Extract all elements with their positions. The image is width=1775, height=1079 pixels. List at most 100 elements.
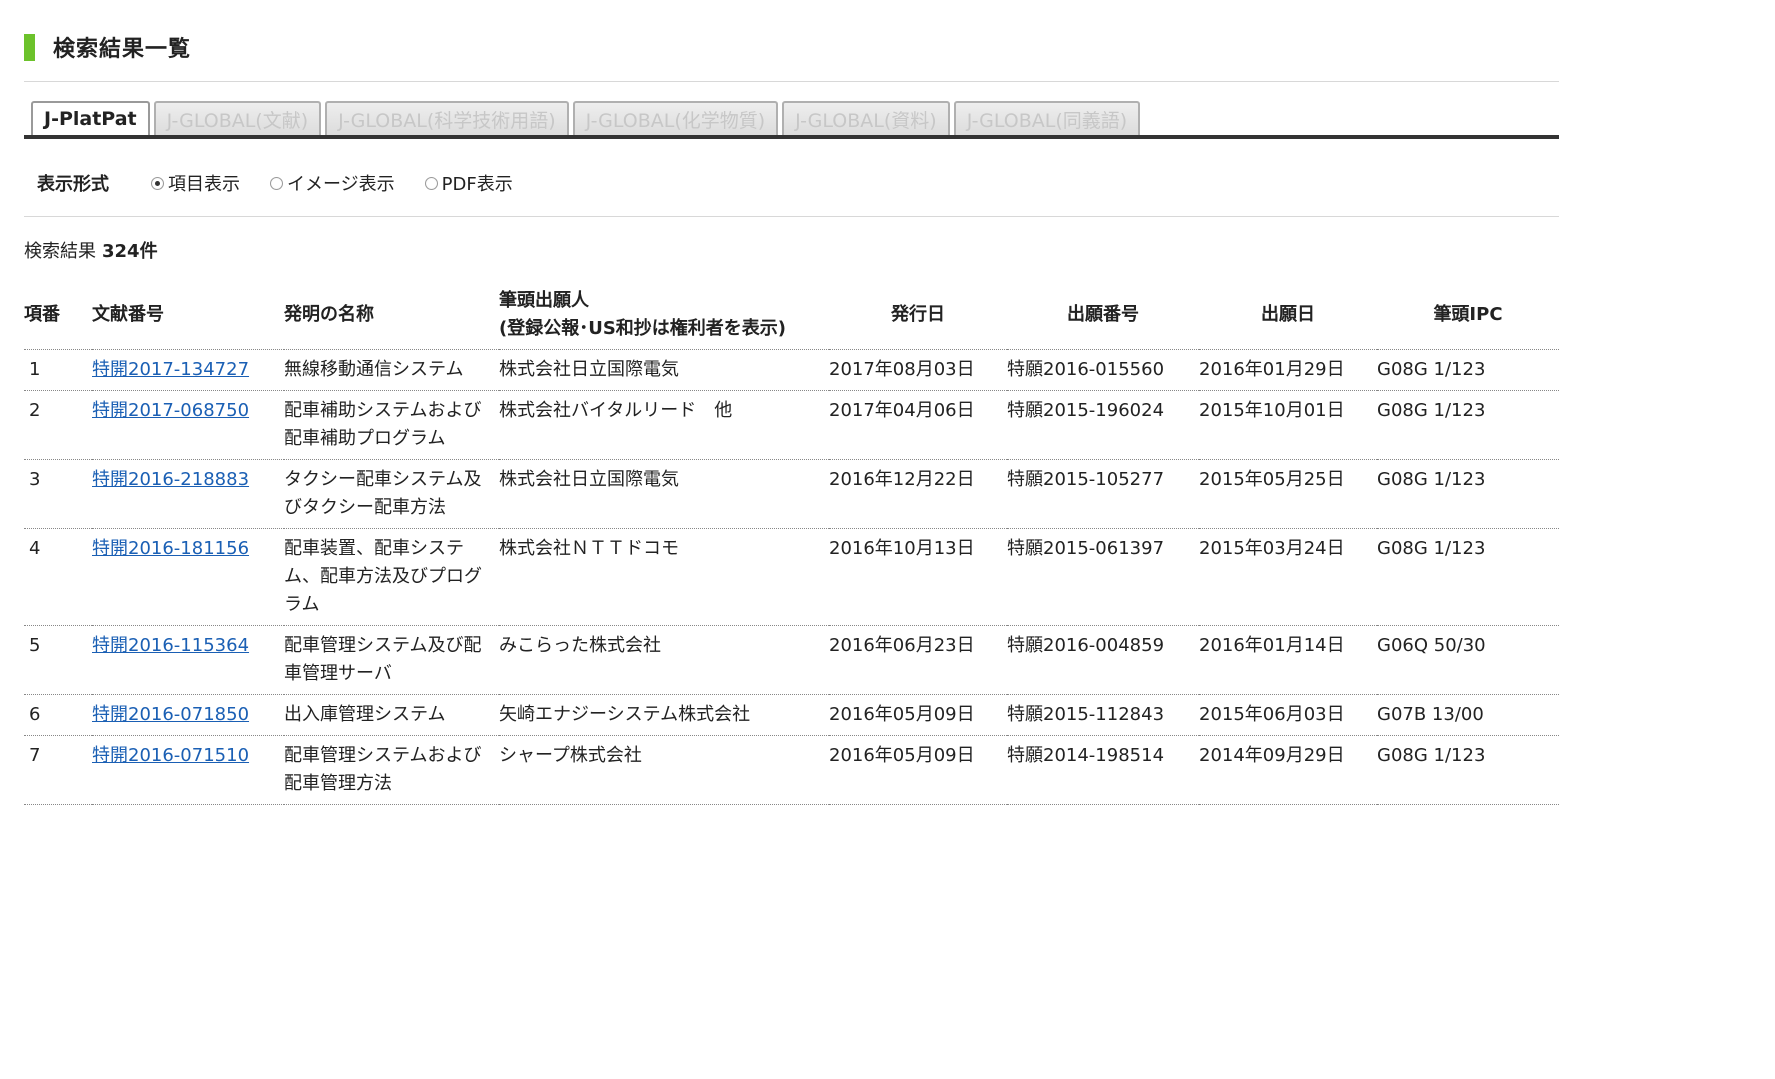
cell-application-date: 2015年10月01日	[1199, 390, 1377, 460]
cell-ipc: G08G 1/123	[1377, 459, 1559, 529]
cell-doc-number: 特開2016-115364	[92, 625, 284, 695]
table-row: 6 特開2016-071850 出入庫管理システム 矢崎エナジーシステム株式会社…	[24, 694, 1559, 736]
page-heading: 検索結果一覧	[24, 30, 191, 64]
cell-application-date: 2016年01月14日	[1199, 625, 1377, 695]
header-doc-number: 文献番号	[92, 281, 284, 350]
cell-ipc: G08G 1/123	[1377, 349, 1559, 391]
results-table: 項番 文献番号 発明の名称 筆頭出願人 (登録公報･US和抄は権利者を表示) 発…	[24, 281, 1559, 805]
cell-ipc: G07B 13/00	[1377, 694, 1559, 736]
cell-no: 3	[24, 459, 92, 529]
tab-underline	[24, 135, 1559, 139]
cell-publication-date: 2016年10月13日	[829, 528, 1007, 626]
radio-items[interactable]	[151, 176, 164, 190]
cell-publication-date: 2016年05月09日	[829, 735, 1007, 805]
table-row: 4 特開2016-181156 配車装置、配車システム、配車方法及びプログラム …	[24, 528, 1559, 626]
cell-ipc: G08G 1/123	[1377, 735, 1559, 805]
cell-application-date: 2016年01月29日	[1199, 349, 1377, 391]
radio-image[interactable]	[270, 176, 283, 190]
heading-accent-bar	[24, 33, 35, 61]
display-option-image[interactable]: イメージ表示	[270, 170, 395, 196]
tab-j-platpat[interactable]: J-PlatPat	[31, 101, 150, 135]
cell-application-number: 特願2016-004859	[1007, 625, 1199, 695]
tab-j-global-chemicals[interactable]: J-GLOBAL(化学物質)	[572, 101, 779, 135]
cell-application-date: 2014年09月29日	[1199, 735, 1377, 805]
tab-j-global-literature[interactable]: J-GLOBAL(文献)	[153, 101, 322, 135]
cell-application-number: 特願2015-112843	[1007, 694, 1199, 736]
cell-invention-name: タクシー配車システム及びタクシー配車方法	[284, 459, 499, 529]
cell-no: 7	[24, 735, 92, 805]
cell-invention-name: 無線移動通信システム	[284, 349, 499, 391]
display-option-image-label: イメージ表示	[287, 174, 395, 195]
cell-no: 1	[24, 349, 92, 391]
display-format-row: 表示形式 項目表示 イメージ表示 PDF表示	[37, 170, 543, 196]
cell-application-date: 2015年05月25日	[1199, 459, 1377, 529]
display-option-pdf[interactable]: PDF表示	[424, 170, 513, 196]
cell-doc-number: 特開2016-181156	[92, 528, 284, 626]
cell-invention-name: 配車管理システムおよび配車管理方法	[284, 735, 499, 805]
tab-j-global-science-terms[interactable]: J-GLOBAL(科学技術用語)	[325, 101, 569, 135]
display-format-label: 表示形式	[37, 174, 109, 195]
database-tabs: J-PlatPat J-GLOBAL(文献) J-GLOBAL(科学技術用語) …	[31, 101, 1144, 135]
header-applicant-line1: 筆頭出願人	[499, 290, 589, 311]
cell-applicant: 株式会社ＮＴＴドコモ	[499, 528, 829, 626]
header-publication-date: 発行日	[829, 281, 1007, 350]
doc-number-link[interactable]: 特開2016-218883	[92, 469, 249, 490]
cell-doc-number: 特開2016-218883	[92, 459, 284, 529]
cell-application-number: 特願2015-061397	[1007, 528, 1199, 626]
doc-number-link[interactable]: 特開2017-068750	[92, 400, 249, 421]
cell-doc-number: 特開2017-134727	[92, 349, 284, 391]
cell-no: 6	[24, 694, 92, 736]
cell-ipc: G08G 1/123	[1377, 528, 1559, 626]
tab-j-global-synonyms[interactable]: J-GLOBAL(同義語)	[953, 101, 1141, 135]
cell-publication-date: 2016年12月22日	[829, 459, 1007, 529]
doc-number-link[interactable]: 特開2016-071850	[92, 704, 249, 725]
cell-publication-date: 2016年05月09日	[829, 694, 1007, 736]
doc-number-link[interactable]: 特開2017-134727	[92, 359, 249, 380]
cell-no: 5	[24, 625, 92, 695]
heading-divider	[24, 81, 1559, 82]
cell-publication-date: 2017年04月06日	[829, 390, 1007, 460]
result-count: 検索結果 324件	[24, 237, 158, 263]
result-count-value: 324件	[102, 241, 158, 262]
table-row: 1 特開2017-134727 無線移動通信システム 株式会社日立国際電気 20…	[24, 349, 1559, 391]
cell-application-number: 特願2015-196024	[1007, 390, 1199, 460]
page-title: 検索結果一覧	[53, 37, 192, 62]
table-row: 2 特開2017-068750 配車補助システムおよび配車補助プログラム 株式会…	[24, 390, 1559, 460]
cell-no: 2	[24, 390, 92, 460]
header-ipc: 筆頭IPC	[1377, 281, 1559, 350]
cell-ipc: G08G 1/123	[1377, 390, 1559, 460]
cell-doc-number: 特開2016-071850	[92, 694, 284, 736]
header-applicant: 筆頭出願人 (登録公報･US和抄は権利者を表示)	[499, 281, 829, 350]
display-divider	[24, 216, 1559, 217]
search-results-page: 検索結果一覧 J-PlatPat J-GLOBAL(文献) J-GLOBAL(科…	[0, 0, 1775, 1079]
cell-applicant: シャープ株式会社	[499, 735, 829, 805]
cell-applicant: 株式会社バイタルリード 他	[499, 390, 829, 460]
cell-applicant: 株式会社日立国際電気	[499, 349, 829, 391]
cell-invention-name: 配車装置、配車システム、配車方法及びプログラム	[284, 528, 499, 626]
cell-applicant: 株式会社日立国際電気	[499, 459, 829, 529]
display-option-items[interactable]: 項目表示	[151, 170, 240, 196]
cell-application-date: 2015年06月03日	[1199, 694, 1377, 736]
header-invention-name-text: 発明の名称	[284, 304, 374, 325]
result-count-label: 検索結果	[24, 241, 96, 262]
cell-doc-number: 特開2017-068750	[92, 390, 284, 460]
cell-applicant: みこらった株式会社	[499, 625, 829, 695]
header-application-number: 出願番号	[1007, 281, 1199, 350]
cell-application-number: 特願2014-198514	[1007, 735, 1199, 805]
cell-application-number: 特願2015-105277	[1007, 459, 1199, 529]
header-applicant-line2: (登録公報･US和抄は権利者を表示)	[499, 318, 787, 339]
cell-publication-date: 2016年06月23日	[829, 625, 1007, 695]
header-application-date: 出願日	[1199, 281, 1377, 350]
doc-number-link[interactable]: 特開2016-181156	[92, 538, 249, 559]
cell-invention-name: 出入庫管理システム	[284, 694, 499, 736]
tab-j-global-materials[interactable]: J-GLOBAL(資料)	[782, 101, 950, 135]
header-invention-name: 発明の名称	[284, 281, 499, 350]
doc-number-link[interactable]: 特開2016-071510	[92, 745, 249, 766]
cell-invention-name: 配車管理システム及び配車管理サーバ	[284, 625, 499, 695]
doc-number-link[interactable]: 特開2016-115364	[92, 635, 249, 656]
display-option-items-label: 項目表示	[168, 174, 240, 195]
cell-doc-number: 特開2016-071510	[92, 735, 284, 805]
cell-invention-name: 配車補助システムおよび配車補助プログラム	[284, 390, 499, 460]
radio-pdf[interactable]	[424, 176, 438, 190]
cell-application-number: 特願2016-015560	[1007, 349, 1199, 391]
